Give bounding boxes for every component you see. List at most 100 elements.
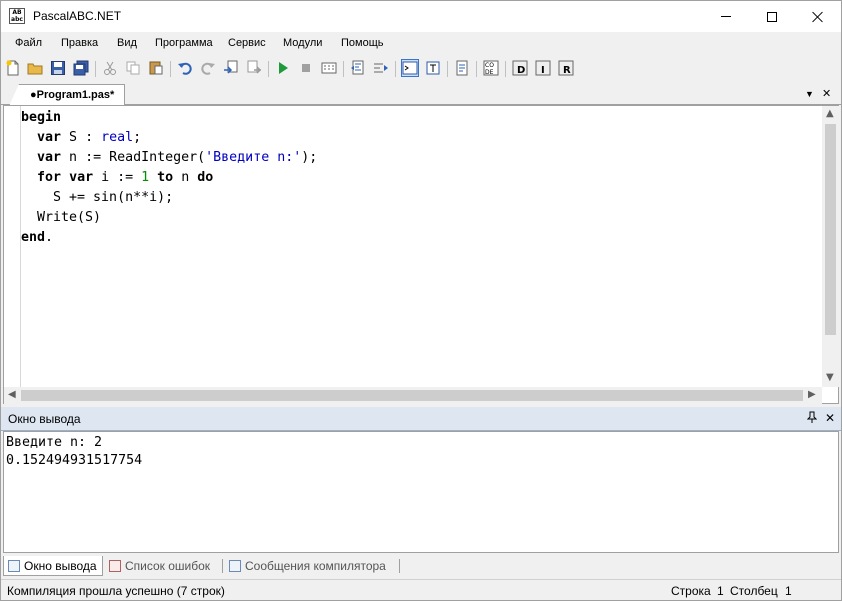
single-file-icon[interactable] xyxy=(453,59,471,77)
app-icon: AB abc xyxy=(9,8,25,24)
undo-icon[interactable] xyxy=(176,59,194,77)
close-window-button[interactable] xyxy=(795,1,841,32)
code-token: do xyxy=(197,170,214,185)
code-token: var xyxy=(37,130,62,145)
tab-list-dropdown-icon[interactable]: ▼ xyxy=(805,89,814,99)
debug-icon[interactable] xyxy=(320,59,338,77)
stop-icon[interactable] xyxy=(297,59,315,77)
tab-label: Список ошибок xyxy=(125,559,211,573)
code-token: for xyxy=(37,170,62,185)
line-label: Строка xyxy=(671,584,711,598)
navigate-icon[interactable] xyxy=(372,59,390,77)
menu-service[interactable]: Сервис xyxy=(228,37,266,49)
status-bar: Компиляция прошла успешно (7 строк) Стро… xyxy=(1,579,841,600)
close-output-icon[interactable]: ✕ xyxy=(825,411,835,425)
line-value: 1 xyxy=(717,584,724,598)
code-token: ); xyxy=(301,150,318,165)
code-token: var xyxy=(37,150,62,165)
svg-text:R: R xyxy=(563,65,571,76)
scroll-up-icon[interactable]: ▲ xyxy=(826,108,834,119)
code-text[interactable]: begin var S : real; var n := ReadInteger… xyxy=(21,108,317,248)
scroll-down-icon[interactable]: ▼ xyxy=(826,372,834,383)
vertical-scrollbar[interactable]: ▲ ▼ xyxy=(822,106,839,387)
close-tab-icon[interactable]: ✕ xyxy=(822,87,831,100)
tab-compiler-messages[interactable]: Сообщения компилятора xyxy=(225,556,397,576)
maximize-button[interactable] xyxy=(749,1,795,32)
insert-template-icon[interactable]: I xyxy=(534,59,552,77)
designer-icon[interactable]: CO DE xyxy=(482,59,500,77)
bottom-tab-strip: Окно вывода Список ошибок Сообщения комп… xyxy=(1,555,841,577)
code-token: 1 xyxy=(141,170,150,185)
minimize-button[interactable] xyxy=(703,1,749,32)
tab-error-list[interactable]: Список ошибок xyxy=(105,556,221,576)
tab-separator xyxy=(399,559,400,573)
menu-edit[interactable]: Правка xyxy=(61,37,98,49)
insert-code-icon[interactable]: D xyxy=(511,59,529,77)
run-icon[interactable] xyxy=(274,59,292,77)
toolbar: CO DE D I R xyxy=(1,55,841,83)
copy-icon[interactable] xyxy=(124,59,142,77)
paste-icon[interactable] xyxy=(147,59,165,77)
horizontal-scrollbar[interactable]: ◀ ▶ xyxy=(4,387,822,404)
code-token: S += sin(n**i); xyxy=(21,190,174,205)
svg-text:DE: DE xyxy=(485,69,494,76)
maximize-icon xyxy=(767,11,777,22)
toolbar-separator xyxy=(343,61,344,77)
scroll-right-icon[interactable]: ▶ xyxy=(808,389,816,400)
horizontal-scroll-thumb[interactable] xyxy=(21,390,803,401)
output-window[interactable]: Введите n: 2 0.152494931517754 xyxy=(3,431,839,553)
output-window-icon[interactable] xyxy=(401,59,419,77)
output-panel-header: Окно вывода ✕ xyxy=(1,407,841,431)
svg-text:CO: CO xyxy=(485,62,494,69)
replace-icon[interactable] xyxy=(245,59,263,77)
code-line: Write(S) xyxy=(21,208,317,228)
code-line: for var i := 1 to n do xyxy=(21,168,317,188)
format-code-icon[interactable] xyxy=(349,59,367,77)
redo-icon[interactable] xyxy=(199,59,217,77)
code-token: n xyxy=(173,170,198,185)
window-title: PascalABC.NET xyxy=(33,9,122,23)
text-window-icon[interactable] xyxy=(424,59,442,77)
save-all-icon[interactable] xyxy=(72,59,90,77)
close-icon xyxy=(812,11,824,23)
insert-r-icon[interactable]: R xyxy=(557,59,575,77)
scroll-left-icon[interactable]: ◀ xyxy=(8,389,16,400)
code-token: real xyxy=(101,130,134,145)
code-token: end xyxy=(21,230,46,245)
compiler-messages-icon xyxy=(229,560,241,572)
open-folder-icon[interactable] xyxy=(26,59,44,77)
code-token: . xyxy=(45,230,54,245)
cut-icon[interactable] xyxy=(101,59,119,77)
toolbar-separator xyxy=(170,61,171,77)
vertical-scroll-thumb[interactable] xyxy=(825,124,836,335)
toolbar-separator xyxy=(268,61,269,77)
svg-text:D: D xyxy=(517,65,525,76)
code-token: begin xyxy=(21,110,62,125)
app-window: AB abc PascalABC.NET Файл Правка Вид Прог… xyxy=(0,0,842,601)
menu-file[interactable]: Файл xyxy=(15,37,42,49)
status-message: Компиляция прошла успешно (7 строк) xyxy=(7,584,225,598)
menu-program[interactable]: Программа xyxy=(155,37,213,49)
code-line: end. xyxy=(21,228,317,248)
new-file-icon[interactable] xyxy=(4,59,22,77)
code-token: ; xyxy=(133,130,142,145)
output-panel-title: Окно вывода xyxy=(8,412,81,426)
code-line: var S : real; xyxy=(21,128,317,148)
document-tab-strip: ●Program1.pas* ▼ ✕ xyxy=(1,83,841,106)
tab-output-window[interactable]: Окно вывода xyxy=(3,556,103,576)
find-icon[interactable] xyxy=(222,59,240,77)
code-line: S += sin(n**i); xyxy=(21,188,317,208)
save-icon[interactable] xyxy=(49,59,67,77)
menu-modules[interactable]: Модули xyxy=(283,37,322,49)
menu-view[interactable]: Вид xyxy=(117,37,137,49)
tab-program1[interactable]: ●Program1.pas* xyxy=(9,84,125,106)
minimize-icon xyxy=(721,16,731,17)
code-line: var n := ReadInteger('Введите n:'); xyxy=(21,148,317,168)
tab-label: Окно вывода xyxy=(24,558,97,573)
menu-help[interactable]: Помощь xyxy=(341,37,384,49)
code-editor[interactable]: begin var S : real; var n := ReadInteger… xyxy=(3,105,839,404)
editor-gutter xyxy=(4,106,21,387)
output-window-tab-icon xyxy=(8,559,20,572)
pin-icon[interactable] xyxy=(806,411,818,426)
